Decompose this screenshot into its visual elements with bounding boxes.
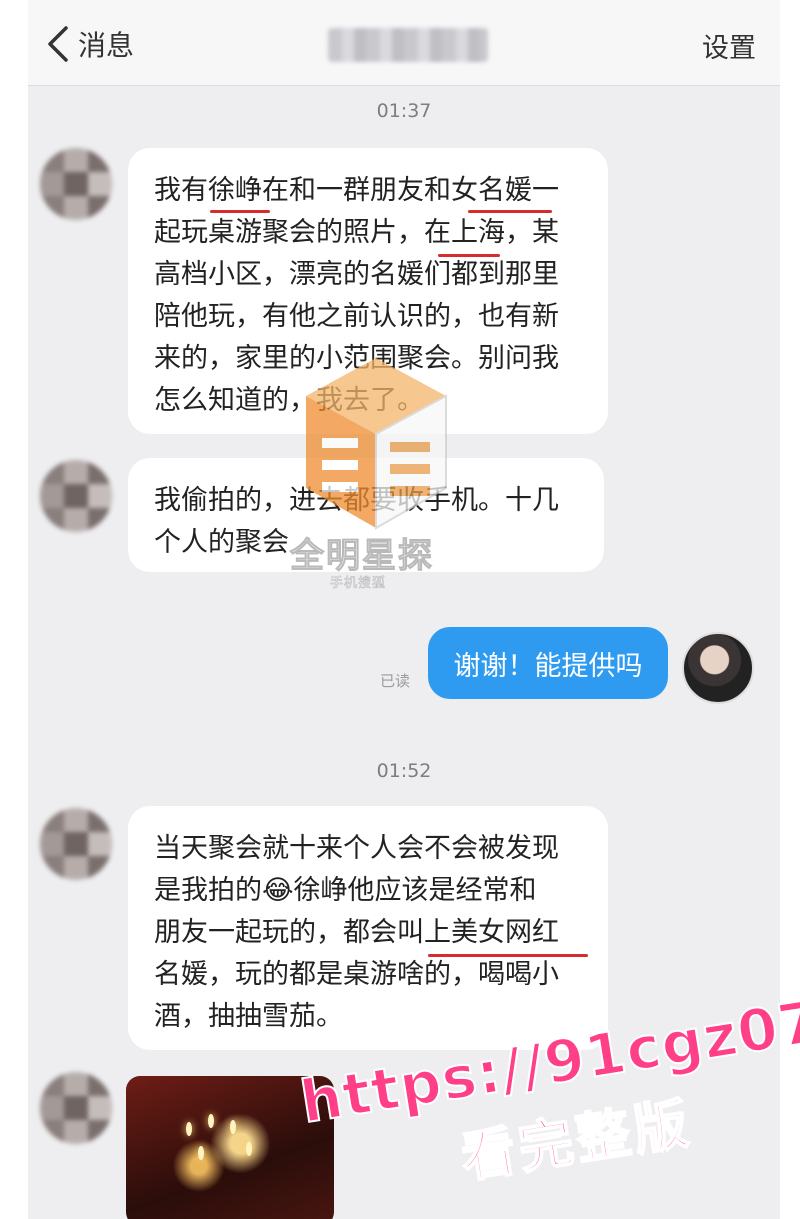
- contact-avatar[interactable]: [40, 1072, 112, 1144]
- message-line: 起玩桌游聚会的照片，在上海，某: [154, 217, 559, 248]
- contact-avatar[interactable]: [40, 460, 112, 532]
- candle-flame: [208, 1114, 214, 1128]
- red-underline-mark: [468, 210, 552, 213]
- back-label: 消息: [78, 29, 135, 62]
- watermark-brand: 全明星探: [290, 536, 434, 577]
- my-avatar[interactable]: [682, 632, 754, 704]
- message-line: 当天聚会就十来个人会不会被发现: [154, 833, 559, 864]
- settings-button[interactable]: 设置: [702, 26, 756, 65]
- contact-avatar[interactable]: [40, 148, 112, 220]
- watermark-sub: 手机搜狐: [330, 576, 387, 592]
- message-line: 陪他玩，有他之前认识的，也有新: [154, 301, 559, 332]
- chevron-left-icon: [48, 26, 68, 62]
- candle-flame: [198, 1146, 204, 1160]
- timestamp: 01:52: [376, 760, 432, 782]
- message-line: 高档小区，漂亮的名媛们都到那里: [154, 259, 559, 290]
- navigation-bar: 消息 设置: [28, 0, 780, 86]
- red-underline-mark: [438, 254, 500, 257]
- candle-flame: [230, 1120, 236, 1134]
- candle-flame: [186, 1122, 192, 1136]
- message-line: 朋友一起玩的，都会叫上美女网红: [154, 917, 559, 948]
- my-message-bubble[interactable]: 谢谢！能提供吗: [428, 627, 668, 699]
- back-button[interactable]: 消息: [42, 22, 134, 66]
- read-status: 已读: [380, 672, 411, 690]
- blurred-contact-name: [328, 28, 488, 62]
- message-line: 是我拍的😂徐峥他应该是经常和: [154, 875, 537, 906]
- timestamp: 01:37: [376, 100, 432, 122]
- message-text: 谢谢！能提供吗: [453, 650, 643, 682]
- candle-flame: [246, 1142, 252, 1156]
- contact-avatar[interactable]: [40, 808, 112, 880]
- red-underline-mark: [210, 210, 270, 213]
- message-line: 我有徐峥在和一群朋友和女名媛一: [154, 175, 559, 206]
